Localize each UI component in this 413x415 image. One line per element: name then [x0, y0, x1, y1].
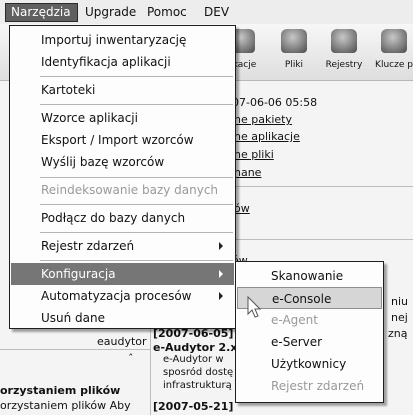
- menu-bar: Narzędzia Upgrade Pomoc DEV: [0, 0, 413, 25]
- menu-item-label: Wyślij bazę wzorców: [41, 155, 165, 169]
- menu-item-label: Rejestr zdarzeń: [271, 379, 365, 393]
- menu-item-connect-db[interactable]: Podłącz do bazy danych: [11, 207, 234, 229]
- menu-item-label: e-Server: [271, 335, 323, 349]
- news-title[interactable]: e-Audytor 2.x: [153, 341, 237, 354]
- menu-item-label: Konfiguracja: [41, 267, 116, 281]
- submenu-item-e-server[interactable]: e-Server: [237, 331, 382, 353]
- menu-item-label: Użytkownicy: [271, 357, 347, 371]
- section-heading: orzystaniem plików: [0, 384, 121, 397]
- news-line: sposród dostę: [163, 367, 234, 378]
- submenu-arrow-icon: [219, 242, 223, 250]
- link-new-files[interactable]: ne pliki: [234, 148, 274, 161]
- tools-menu: Importuj inwentaryzację Identyfikacja ap…: [9, 25, 236, 329]
- menu-separator: [40, 177, 233, 178]
- menu-item-export-import[interactable]: Eksport / Import wzorców: [11, 129, 234, 151]
- toolbar-button-files[interactable]: Pliki: [270, 29, 318, 77]
- keys-icon: [381, 29, 407, 53]
- link-unknown[interactable]: nane: [234, 166, 261, 179]
- mouse-cursor-icon: [247, 296, 262, 318]
- menu-separator: [40, 104, 233, 105]
- menu-item-label: Skanowanie: [271, 269, 344, 283]
- submenu-item-event-log: Rejestr zdarzeń: [237, 375, 382, 397]
- menu-separator: [40, 76, 233, 77]
- link-partial[interactable]: ów: [234, 202, 250, 215]
- last-scan-timestamp: 07-06-06 05:58: [232, 96, 318, 109]
- menu-pomoc[interactable]: Pomoc: [142, 4, 192, 21]
- menu-item-app-patterns[interactable]: Wzorce aplikacji: [11, 107, 234, 129]
- menu-item-label: Rejestr zdarzeń: [41, 239, 135, 253]
- menu-item-identify-apps[interactable]: Identyfikacja aplikacji: [11, 51, 234, 73]
- menu-item-send-patterns[interactable]: Wyślij bazę wzorców: [11, 151, 234, 173]
- menu-separator: [40, 260, 233, 261]
- menu-item-label: Reindeksowanie bazy danych: [41, 183, 219, 197]
- toolbar-button-registry[interactable]: Rejestry: [320, 29, 368, 77]
- menu-dev[interactable]: DEV: [199, 4, 234, 21]
- toolbar-label: Klucze p: [375, 60, 413, 70]
- link-new-applications[interactable]: ne aplikacje: [234, 130, 300, 143]
- menu-item-label: Importuj inwentaryzację: [41, 33, 187, 47]
- menu-item-event-log[interactable]: Rejestr zdarzeń: [11, 235, 234, 257]
- menu-item-label: e-Console: [272, 292, 332, 306]
- collapse-icon[interactable]: ˆ: [128, 352, 134, 365]
- menu-upgrade[interactable]: Upgrade: [80, 4, 141, 21]
- user-label: eaudytor: [97, 335, 147, 348]
- divider: [0, 349, 150, 350]
- configuration-submenu: Skanowanie e-Console e-Agent e-Server Uż…: [235, 261, 384, 403]
- menu-item-automation[interactable]: Automatyzacja procesów: [11, 285, 234, 307]
- toolbar-button-keys[interactable]: Klucze p: [370, 29, 413, 77]
- menu-separator: [40, 232, 233, 233]
- news-line: e-Audytor w: [163, 354, 224, 365]
- section-text: orzystaniem plików Aby: [0, 399, 131, 412]
- right-fragment: nej: [391, 311, 408, 324]
- menu-item-label: Usuń dane: [41, 311, 106, 325]
- menu-item-label: Eksport / Import wzorców: [41, 133, 194, 147]
- toolbar-label: Rejestry: [325, 60, 363, 70]
- right-fragment: niu: [391, 295, 408, 308]
- menu-item-label: Identyfikacja aplikacji: [41, 55, 171, 69]
- submenu-item-users[interactable]: Użytkownicy: [237, 353, 382, 375]
- menu-item-label: Automatyzacja procesów: [41, 289, 192, 303]
- link-new-packages[interactable]: ne pakiety: [234, 113, 292, 126]
- submenu-item-scanning[interactable]: Skanowanie: [237, 265, 382, 287]
- menu-item-label: Podłącz do bazy danych: [41, 211, 186, 225]
- news-date: [2007-05-21]: [153, 400, 234, 413]
- menu-item-label: Kartoteki: [41, 83, 96, 97]
- menu-item-delete-data[interactable]: Usuń dane: [11, 307, 234, 329]
- registry-icon: [331, 29, 357, 53]
- submenu-arrow-icon: [219, 292, 223, 300]
- menu-item-label: Wzorce aplikacji: [41, 111, 138, 125]
- menu-item-reindex: Reindeksowanie bazy danych: [11, 179, 234, 201]
- right-fragment: zną: [388, 327, 408, 340]
- menu-item-import-inventory[interactable]: Importuj inwentaryzację: [11, 29, 234, 51]
- menu-narzedzia[interactable]: Narzędzia: [5, 3, 78, 22]
- news-line: infrastrukturą I: [163, 380, 238, 391]
- menu-item-configuration[interactable]: Konfiguracja: [11, 263, 234, 285]
- menu-separator: [40, 204, 233, 205]
- menu-item-records[interactable]: Kartoteki: [11, 79, 234, 101]
- toolbar-label: Pliki: [284, 60, 304, 70]
- files-icon: [281, 29, 307, 53]
- menu-item-label: e-Agent: [271, 313, 318, 327]
- submenu-arrow-icon: [219, 270, 223, 278]
